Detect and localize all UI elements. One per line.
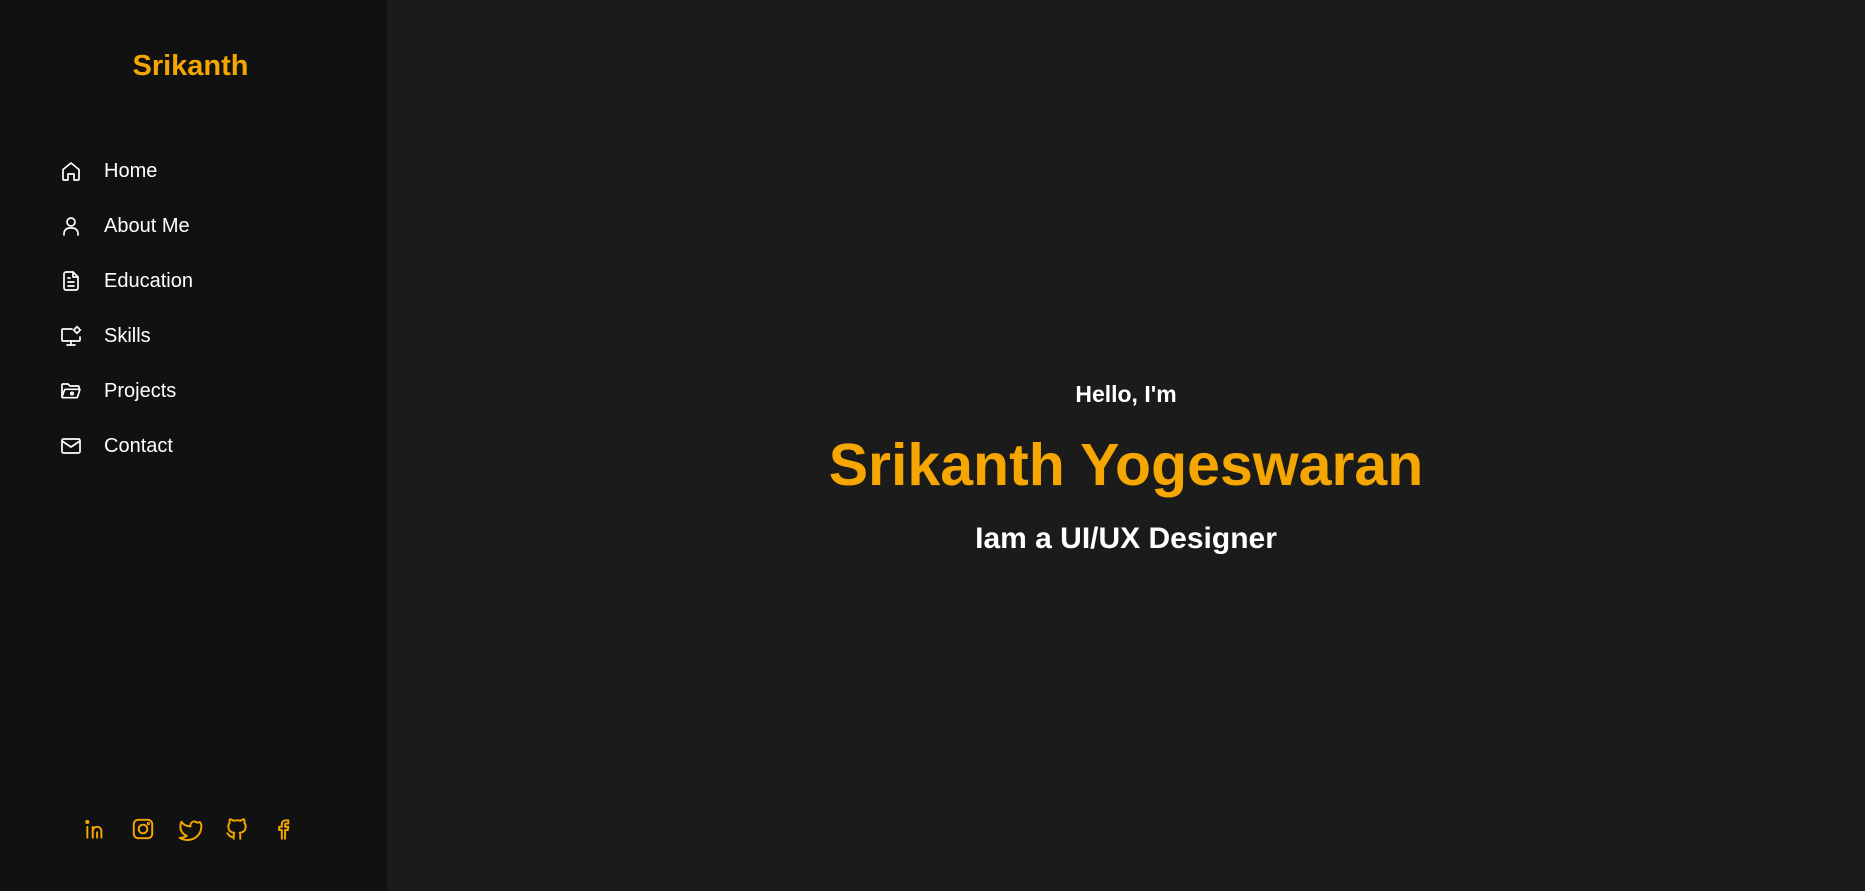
home-icon (57, 157, 85, 185)
instagram-icon[interactable] (130, 816, 156, 842)
document-icon (57, 267, 85, 295)
sidebar-item-label: Contact (104, 434, 173, 457)
facebook-icon[interactable] (271, 816, 297, 842)
social-links (83, 816, 297, 842)
hero-greeting: Hello, I'm (1075, 381, 1177, 407)
sidebar-item-label: Home (104, 159, 158, 182)
sidebar-item-label: Skills (104, 324, 151, 347)
hero-role: Iam a UI/UX Designer (975, 522, 1277, 555)
twitter-icon[interactable] (177, 816, 203, 842)
sidebar-item-about-me[interactable]: About Me (57, 198, 193, 253)
app-shell: Srikanth Home About Me Education Skills … (0, 0, 1865, 891)
sidebar: Srikanth Home About Me Education Skills … (0, 0, 387, 891)
github-icon[interactable] (224, 816, 250, 842)
main-content: Hello, I'm Srikanth Yogeswaran Iam a UI/… (387, 0, 1865, 891)
sidebar-item-label: Projects (104, 379, 177, 402)
sidebar-item-contact[interactable]: Contact (57, 418, 193, 473)
folder-open-icon (57, 377, 85, 405)
sidebar-item-home[interactable]: Home (57, 143, 193, 198)
mail-icon (57, 432, 85, 460)
hero-name: Srikanth Yogeswaran (828, 432, 1424, 498)
sidebar-item-skills[interactable]: Skills (57, 308, 193, 363)
brand-logo-text[interactable]: Srikanth (0, 48, 381, 84)
user-icon (57, 212, 85, 240)
hero-section: Hello, I'm Srikanth Yogeswaran Iam a UI/… (387, 378, 1865, 557)
linkedin-icon[interactable] (83, 816, 109, 842)
sidebar-nav: Home About Me Education Skills Projects … (57, 143, 193, 473)
monitor-gear-icon (57, 322, 85, 350)
sidebar-item-education[interactable]: Education (57, 253, 193, 308)
sidebar-item-label: Education (104, 269, 193, 292)
sidebar-item-label: About Me (104, 214, 190, 237)
sidebar-item-projects[interactable]: Projects (57, 363, 193, 418)
